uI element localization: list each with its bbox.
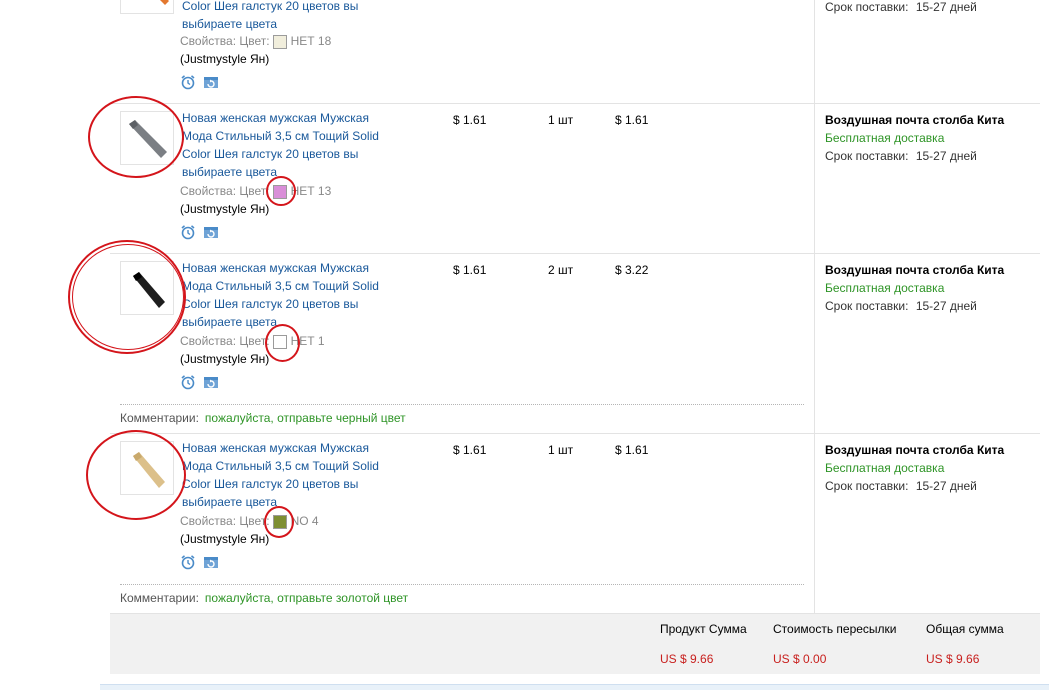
row-separator xyxy=(110,253,1040,254)
item-actions xyxy=(180,374,223,390)
title-line: Мода Стильный 3,5 см Тощий Solid xyxy=(182,279,379,293)
tie-image-icon xyxy=(160,0,169,5)
shipping-cost-value: US $ 0.00 xyxy=(773,652,827,666)
annotation-circle xyxy=(86,430,186,520)
comment-divider xyxy=(120,404,804,405)
delivery-time: Срок поставки: 15-27 дней xyxy=(825,0,977,16)
product-title-link[interactable]: Color Шея галстук 20 цветов вы выбираете… xyxy=(182,0,397,33)
store-name: (Justmystyle Ян) xyxy=(180,52,270,66)
alarm-clock-icon[interactable] xyxy=(180,74,196,93)
item-actions xyxy=(180,224,223,240)
total-sum-label: Общая сумма xyxy=(926,622,1004,636)
quantity: 2 шт xyxy=(548,263,574,277)
title-line: выбираете цвета xyxy=(182,17,277,31)
props-label: Свойства: Цвет: xyxy=(180,514,270,528)
quantity: 1 шт xyxy=(548,113,574,127)
delivery-time-label: Срок поставки: xyxy=(825,149,909,163)
product-title-link[interactable]: Новая женская мужская Мужская Мода Стиль… xyxy=(182,259,397,331)
product-sum-label: Продукт Сумма xyxy=(660,622,747,636)
unit-price: $ 1.61 xyxy=(453,263,487,277)
store-name: (Justmystyle Ян) xyxy=(180,352,270,366)
delivery-time-value: 15-27 дней xyxy=(915,299,977,313)
title-line: Новая женская мужская Мужская xyxy=(182,441,369,455)
color-name: НЕТ 18 xyxy=(290,34,332,48)
line-total: $ 1.61 xyxy=(615,443,649,457)
delivery-time-value: 15-27 дней xyxy=(915,0,977,14)
delivery-time-value: 15-27 дней xyxy=(915,149,977,163)
product-sum-value: US $ 9.66 xyxy=(660,652,714,666)
props-label: Свойства: Цвет: xyxy=(180,34,270,48)
item-actions xyxy=(180,74,223,90)
bottom-bar xyxy=(100,684,1049,690)
refresh-box-icon[interactable] xyxy=(203,74,219,93)
store-name: (Justmystyle Ян) xyxy=(180,532,270,546)
title-line: Color Шея галстук 20 цветов вы xyxy=(182,147,359,161)
order-comment: Комментарии: пожалуйста, отправьте черный… xyxy=(120,409,406,427)
title-line: Мода Стильный 3,5 см Тощий Solid xyxy=(182,459,379,473)
unit-price: $ 1.61 xyxy=(453,443,487,457)
delivery-time: Срок поставки: 15-27 дней xyxy=(825,147,977,165)
line-total: $ 1.61 xyxy=(615,113,649,127)
title-line: Color Шея галстук 20 цветов вы xyxy=(182,477,359,491)
unit-price: $ 1.61 xyxy=(453,113,487,127)
shipping-method: Воздушная почта столба Кита xyxy=(825,113,1005,127)
shipping-column-divider xyxy=(814,0,815,613)
order-summary xyxy=(110,613,1040,674)
title-line: Новая женская мужская Мужская xyxy=(182,111,369,125)
refresh-box-icon[interactable] xyxy=(203,224,219,243)
comment-label: Комментарии: xyxy=(120,591,199,605)
product-properties: Свойства: Цвет: NO 4 xyxy=(180,512,319,530)
item-actions xyxy=(180,554,223,570)
color-name: НЕТ 13 xyxy=(290,184,332,198)
delivery-time-label: Срок поставки: xyxy=(825,0,909,14)
free-shipping-label: Бесплатная доставка xyxy=(825,281,945,295)
delivery-time-value: 15-27 дней xyxy=(915,479,977,493)
comment-label: Комментарии: xyxy=(120,411,199,425)
color-swatch xyxy=(272,35,287,49)
annotation-circle xyxy=(264,506,294,538)
shipping-method: Воздушная почта столба Кита xyxy=(825,263,1005,277)
refresh-box-icon[interactable] xyxy=(203,554,219,573)
line-total: $ 3.22 xyxy=(615,263,649,277)
product-properties: Свойства: Цвет: НЕТ 13 xyxy=(180,182,331,200)
alarm-clock-icon[interactable] xyxy=(180,224,196,243)
title-line: Мода Стильный 3,5 см Тощий Solid xyxy=(182,129,379,143)
props-label: Свойства: Цвет: xyxy=(180,184,270,198)
product-properties: Свойства: Цвет: НЕТ 1 xyxy=(180,332,325,350)
title-line: Color Шея галстук 20 цветов вы xyxy=(182,297,359,311)
annotation-circle xyxy=(266,176,296,206)
comment-text: пожалуйста, отправьте черный цвет xyxy=(204,411,406,425)
product-title-link[interactable]: Новая женская мужская Мужская Мода Стиль… xyxy=(182,109,397,181)
shipping-cost-label: Стоимость пересылки xyxy=(773,622,897,636)
row-separator xyxy=(110,433,1040,434)
comment-text: пожалуйста, отправьте золотой цвет xyxy=(204,591,409,605)
refresh-box-icon[interactable] xyxy=(203,374,219,393)
annotation-circle xyxy=(265,324,300,362)
row-separator xyxy=(110,103,1040,104)
props-label: Свойства: Цвет: xyxy=(180,334,270,348)
total-sum-value: US $ 9.66 xyxy=(926,652,980,666)
delivery-time-label: Срок поставки: xyxy=(825,299,909,313)
title-line: выбираете цвета xyxy=(182,495,277,509)
delivery-time: Срок поставки: 15-27 дней xyxy=(825,477,977,495)
quantity: 1 шт xyxy=(548,443,574,457)
color-name: NO 4 xyxy=(290,514,319,528)
product-title-link[interactable]: Новая женская мужская Мужская Мода Стиль… xyxy=(182,439,397,511)
order-comment: Комментарии: пожалуйста, отправьте золото… xyxy=(120,589,408,607)
title-line: Color Шея галстук 20 цветов вы xyxy=(182,0,359,13)
shipping-method: Воздушная почта столба Кита xyxy=(825,443,1005,457)
alarm-clock-icon[interactable] xyxy=(180,374,196,393)
annotation-circle xyxy=(72,244,184,350)
annotation-circle xyxy=(88,96,184,178)
free-shipping-label: Бесплатная доставка xyxy=(825,461,945,475)
store-name: (Justmystyle Ян) xyxy=(180,202,270,216)
title-line: Новая женская мужская Мужская xyxy=(182,261,369,275)
product-properties: Свойства: Цвет: НЕТ 18 xyxy=(180,32,331,50)
alarm-clock-icon[interactable] xyxy=(180,554,196,573)
product-thumbnail[interactable] xyxy=(120,0,174,14)
free-shipping-label: Бесплатная доставка xyxy=(825,131,945,145)
delivery-time: Срок поставки: 15-27 дней xyxy=(825,297,977,315)
delivery-time-label: Срок поставки: xyxy=(825,479,909,493)
comment-divider xyxy=(120,584,804,585)
